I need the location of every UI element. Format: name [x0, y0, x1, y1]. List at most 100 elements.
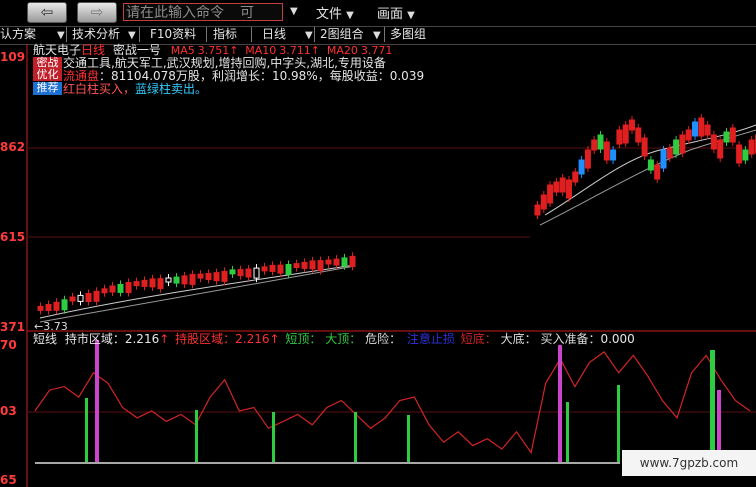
- candle-body: [333, 258, 340, 266]
- indicator-name: 密战一号: [112, 43, 161, 57]
- candle-body: [584, 149, 591, 169]
- price-label-low: 615: [0, 230, 26, 244]
- candle-body: [534, 204, 541, 216]
- candle-body: [61, 299, 68, 311]
- candle-body: [616, 129, 623, 145]
- signal-bar: [710, 350, 715, 462]
- candle-body: [610, 149, 617, 161]
- indicator-axis-top: 70: [0, 338, 17, 352]
- candle-body: [635, 127, 642, 143]
- candle-body: [341, 257, 348, 267]
- candle-body: [173, 276, 180, 284]
- short-bottom-label: 短底：: [460, 332, 497, 346]
- danger-label: 危险：: [365, 332, 402, 346]
- candle-body: [641, 137, 648, 157]
- buy-ready-value: 0.000: [600, 332, 635, 346]
- float-label: 流通盘: [63, 69, 100, 83]
- candle-body: [269, 264, 276, 272]
- big-top-label: 大顶：: [325, 332, 362, 346]
- candle-body: [553, 181, 560, 193]
- candle-body: [85, 293, 92, 302]
- buy-ready-label: 买入准备：: [540, 332, 601, 346]
- signal-hint: 红白柱买入，蓝绿柱卖出。: [63, 82, 207, 97]
- candle-body: [717, 139, 724, 159]
- candle-body: [692, 121, 698, 137]
- optimize-badge[interactable]: 密战 优化: [33, 57, 62, 81]
- candle-body: [603, 141, 610, 161]
- candle-body: [685, 129, 692, 141]
- candle-body: [597, 134, 604, 150]
- candles-group: [37, 114, 756, 315]
- candle-body: [660, 149, 667, 169]
- indicator-axis-mid: 03: [0, 404, 17, 418]
- candle-body: [729, 127, 736, 143]
- candle-body: [654, 164, 661, 180]
- candle-body: [117, 283, 124, 293]
- ma5-line: [39, 264, 356, 319]
- candle-body: [629, 119, 635, 131]
- signal-bar: [558, 345, 562, 462]
- candle-body: [165, 277, 172, 283]
- candle-body: [742, 149, 749, 161]
- candle-body: [666, 147, 673, 159]
- indicator-header: 短线 持市区域：2.216↑ 持股区域：2.216↑ 短顶： 大顶： 危险： 注…: [33, 332, 635, 346]
- candle-body: [229, 269, 236, 275]
- candle-body: [69, 296, 76, 302]
- profit-growth: 利润增长：10.98%: [211, 69, 318, 83]
- candle-body: [710, 134, 717, 150]
- candle-body: [309, 260, 316, 270]
- candle-body: [647, 159, 654, 171]
- candle-body: [673, 139, 680, 155]
- candle-body: [133, 281, 140, 287]
- stop-loss-label: 注意止损: [406, 332, 455, 346]
- candle-body: [45, 304, 52, 311]
- candle-body: [181, 275, 188, 285]
- candle-body: [349, 255, 356, 267]
- hint-red: 红白柱买入，: [63, 82, 136, 96]
- candle-body: [293, 263, 300, 269]
- signal-bar: [272, 412, 275, 462]
- candle-body: [245, 268, 252, 278]
- stock-name: 航天电子: [33, 43, 82, 57]
- eps-value: 每股收益：0.039: [329, 69, 425, 83]
- candle-body: [736, 144, 743, 164]
- candle-body: [261, 266, 268, 272]
- badge-line2: 优化: [36, 68, 59, 81]
- candle-body: [547, 184, 554, 204]
- candle-body: [197, 273, 204, 279]
- candle-body: [698, 117, 705, 137]
- candle-body: [157, 278, 164, 290]
- short-line-series: [34, 351, 751, 455]
- indicator-axis-bottom: 65: [0, 473, 17, 487]
- signal-bar: [566, 402, 569, 462]
- recommend-badge[interactable]: 推荐: [33, 82, 62, 95]
- candle-body: [559, 177, 566, 193]
- candle-body: [622, 124, 629, 144]
- signal-bars-group: [85, 340, 721, 462]
- short-top-label: 短顶：: [285, 332, 322, 346]
- candle-body: [591, 139, 598, 151]
- candle-body: [189, 273, 196, 285]
- candle-body: [149, 278, 156, 288]
- candle-body: [253, 267, 260, 279]
- candle-body: [566, 179, 572, 199]
- hold-value: 2.216: [124, 332, 160, 346]
- signal-bar: [407, 415, 410, 462]
- signal-bar: [95, 340, 99, 462]
- candle-body: [277, 264, 284, 274]
- period-label: 日线: [81, 43, 106, 57]
- candle-body: [317, 260, 324, 272]
- candle-body: [221, 270, 228, 282]
- candle-body: [125, 282, 132, 293]
- candle-body: [237, 269, 244, 277]
- candle-body: [37, 305, 44, 311]
- candle-body: [285, 264, 292, 275]
- candle-body: [93, 290, 100, 302]
- big-bottom-label: 大底：: [500, 332, 537, 346]
- keep-value: 2.216: [235, 332, 270, 346]
- price-label-bottom: 371: [0, 320, 26, 334]
- candle-body: [101, 288, 108, 294]
- candle-body: [679, 134, 686, 154]
- candle-body: [578, 159, 585, 175]
- candle-body: [141, 279, 148, 287]
